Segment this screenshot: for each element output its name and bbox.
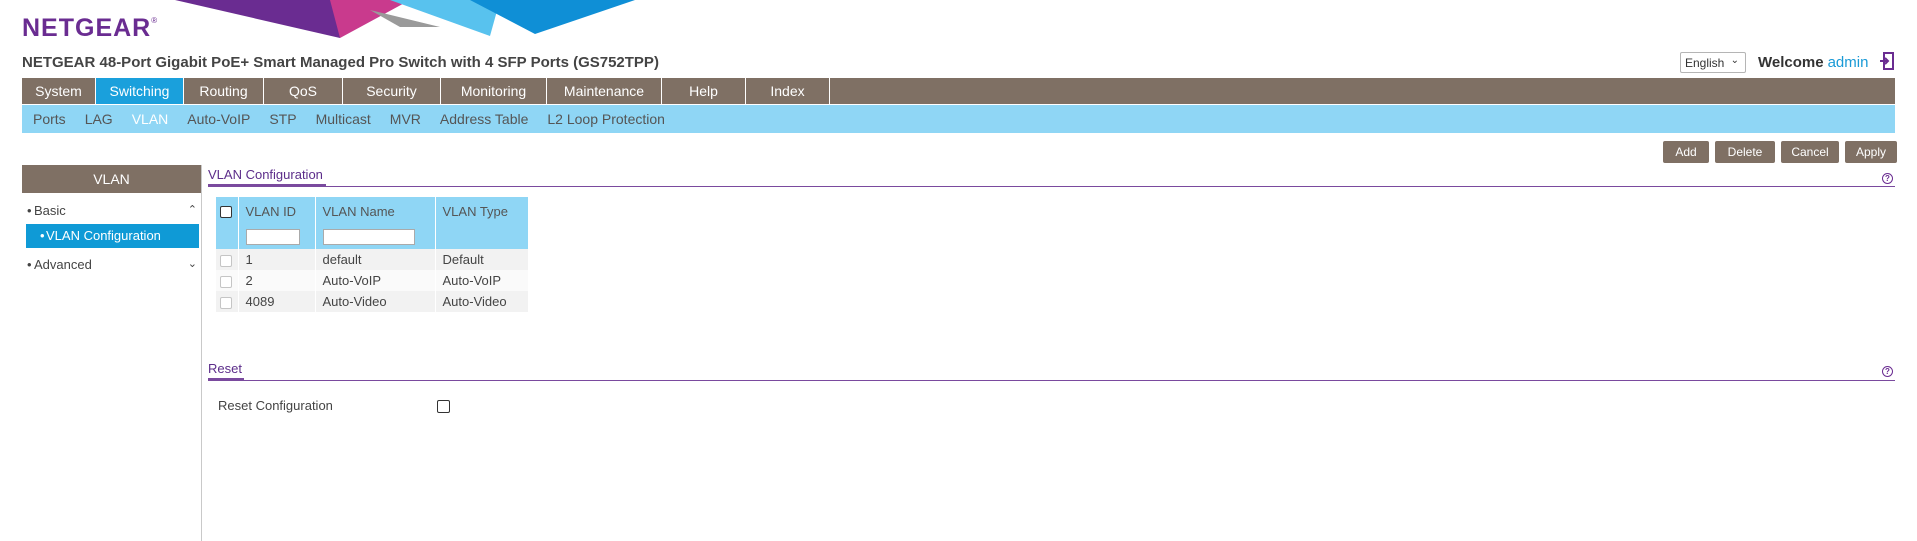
header-banner: NETGEAR® [0,0,1917,40]
nav-tab-qos[interactable]: QoS [264,78,343,104]
welcome-text: Welcome admin [1758,54,1868,71]
nav-tab-system[interactable]: System [22,78,96,104]
vlan-id-cell: 1 [238,249,316,270]
nav-tab-monitoring[interactable]: Monitoring [441,78,547,104]
subnav-mvr[interactable]: MVR [390,111,421,127]
help-icon[interactable]: ? [1882,173,1893,184]
nav-tab-help[interactable]: Help [662,78,746,104]
welcome-label: Welcome [1758,54,1824,71]
sidebar-item-label: VLAN Configuration [46,228,161,243]
netgear-logo: NETGEAR® [22,14,158,40]
row-select-cell [216,249,239,270]
reset-configuration-label: Reset Configuration [218,398,333,413]
table-header-row: VLAN ID VLAN Name VLAN Type [216,197,529,225]
product-title: NETGEAR 48-Port Gigabit PoE+ Smart Manag… [22,54,659,71]
sidebar-group-advanced[interactable]: • Advanced ⌄ [22,251,201,278]
sub-navigation: Ports LAG VLAN Auto-VoIP STP Multicast M… [22,105,1895,133]
select-all-cell [216,197,239,225]
section-divider [208,380,1895,381]
main-navigation: System Switching Routing QoS Security Mo… [22,78,1895,104]
section-divider [208,186,1895,187]
row-checkbox[interactable] [220,254,232,267]
bullet-icon: • [27,203,32,218]
sidebar: VLAN • Basic ⌃ • VLAN Configuration • Ad… [22,165,202,541]
column-header-vlan-name[interactable]: VLAN Name [315,197,436,225]
apply-button[interactable]: Apply [1845,141,1897,163]
subnav-auto-voip[interactable]: Auto-VoIP [187,111,250,127]
sidebar-group-label: Basic [34,203,66,218]
vlan-id-cell: 2 [238,270,316,291]
table-filter-row [216,225,529,249]
nav-tab-index[interactable]: Index [746,78,830,104]
vlan-configuration-title: VLAN Configuration [208,167,323,182]
nav-tab-security[interactable]: Security [343,78,441,104]
subnav-multicast[interactable]: Multicast [316,111,371,127]
vlan-name-cell: Auto-Video [315,291,436,312]
nav-tab-switching[interactable]: Switching [96,78,184,104]
select-all-checkbox[interactable] [220,206,232,219]
bullet-icon: • [27,257,32,272]
nav-tab-routing[interactable]: Routing [184,78,264,104]
filter-cell [238,225,316,249]
subnav-lag[interactable]: LAG [85,111,113,127]
vlan-table: VLAN ID VLAN Name VLAN Type 1 default De… [216,197,529,312]
vlan-id-input[interactable] [245,229,300,245]
subnav-l2-loop-protection[interactable]: L2 Loop Protection [547,111,665,127]
vlan-id-cell: 4089 [238,291,316,312]
column-header-vlan-id[interactable]: VLAN ID [238,197,316,225]
help-icon[interactable]: ? [1882,366,1893,377]
nav-tab-maintenance[interactable]: Maintenance [547,78,662,104]
column-header-vlan-type[interactable]: VLAN Type [435,197,529,225]
logo-text: NETGEAR [22,14,152,40]
reset-title: Reset [208,361,242,376]
filter-cell [216,225,239,249]
username-link[interactable]: admin [1828,54,1869,71]
vlan-type-cell: Auto-VoIP [435,270,529,291]
vlan-name-cell: Auto-VoIP [315,270,436,291]
vlan-type-cell: Auto-Video [435,291,529,312]
table-row[interactable]: 4089 Auto-Video Auto-Video [216,291,529,312]
chevron-down-icon: ⌄ [187,258,197,270]
subnav-vlan[interactable]: VLAN [132,111,169,127]
row-select-cell [216,270,239,291]
row-checkbox[interactable] [220,296,232,309]
table-row[interactable]: 2 Auto-VoIP Auto-VoIP [216,270,529,291]
chevron-up-icon: ⌃ [187,204,197,216]
delete-button[interactable]: Delete [1715,141,1775,163]
row-checkbox[interactable] [220,275,232,288]
sidebar-title: VLAN [22,165,201,193]
subnav-ports[interactable]: Ports [33,111,66,127]
sidebar-group-basic[interactable]: • Basic ⌃ [22,197,201,224]
subnav-address-table[interactable]: Address Table [440,111,528,127]
sidebar-item-vlan-configuration[interactable]: • VLAN Configuration [26,224,199,248]
subnav-stp[interactable]: STP [269,111,296,127]
table-row[interactable]: 1 default Default [216,249,529,270]
language-value: English [1685,56,1725,70]
chevron-down-icon: ⌄ [1730,55,1739,66]
cancel-button[interactable]: Cancel [1781,141,1839,163]
vlan-type-cell: Default [435,249,529,270]
banner-graphic [175,0,635,38]
logout-icon[interactable] [1880,52,1894,70]
filter-cell [435,225,529,249]
sidebar-group-label: Advanced [34,257,92,272]
reset-configuration-checkbox[interactable] [437,400,450,413]
trademark: ® [151,16,159,25]
vlan-name-cell: default [315,249,436,270]
bullet-icon: • [40,228,45,243]
add-button[interactable]: Add [1663,141,1709,163]
vlan-name-input[interactable] [322,229,415,245]
language-select[interactable]: English ⌄ [1680,52,1746,73]
filter-cell [315,225,436,249]
row-select-cell [216,291,239,312]
